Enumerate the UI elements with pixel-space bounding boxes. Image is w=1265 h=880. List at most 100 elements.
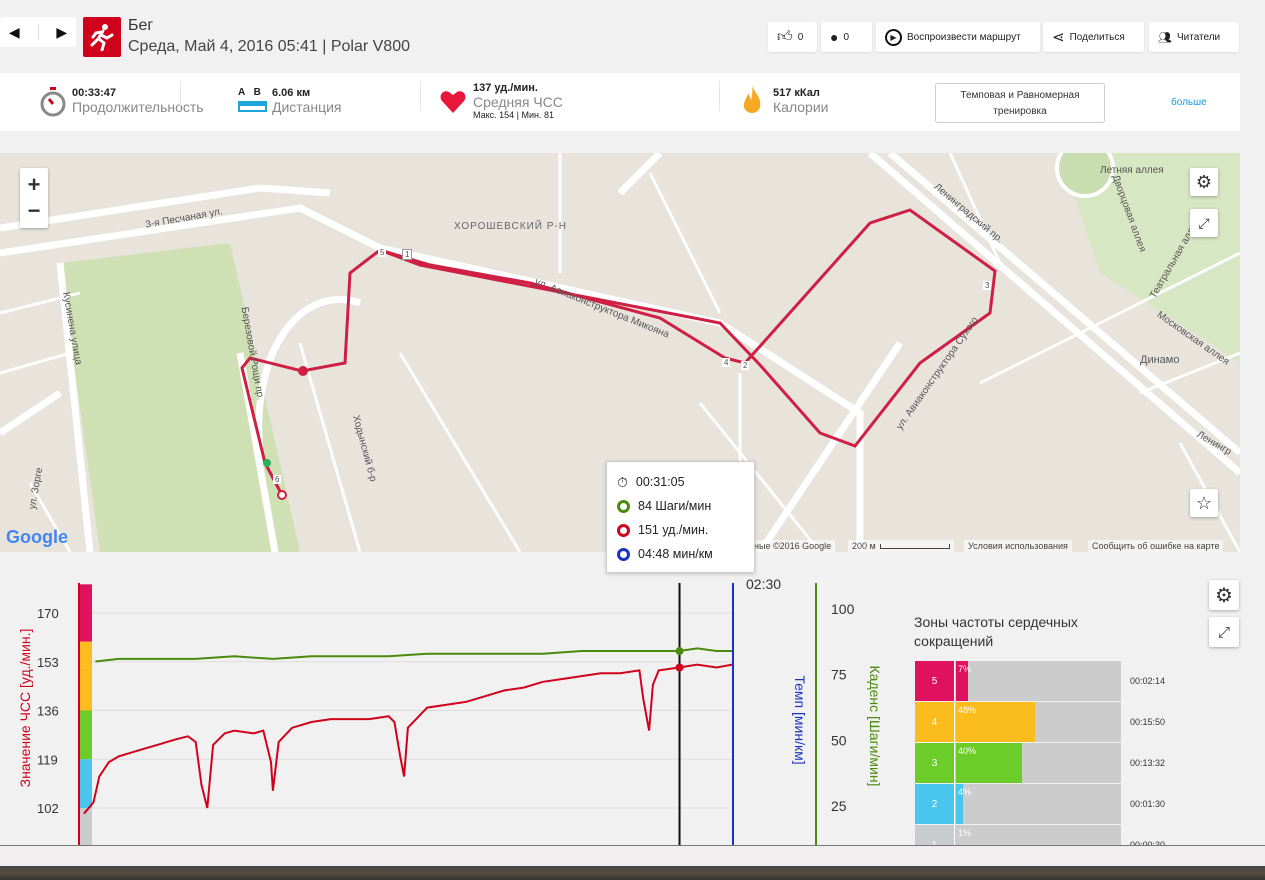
- zone-number: 3: [915, 743, 955, 783]
- route-marker: 3: [983, 281, 992, 290]
- hr-zone-row[interactable]: 2 4%: [915, 784, 1121, 824]
- activity-chart[interactable]: 17015313611910202:3005:0007:3010:0010075…: [0, 575, 900, 845]
- hr-series-line: [83, 663, 733, 815]
- distance-b: B: [253, 87, 261, 98]
- divider: [180, 81, 181, 111]
- tooltip-cadence: 84 Шаги/мин: [638, 499, 712, 513]
- tooltip-pace: 04:48 мин/км: [638, 547, 713, 561]
- zone-percent: 7%: [958, 664, 972, 674]
- route-line: [240, 208, 997, 496]
- zoom-in-button[interactable]: +: [28, 172, 41, 198]
- cadence-cursor-point: [675, 647, 684, 656]
- route-marker: 4: [722, 358, 731, 367]
- distance-a: A: [238, 87, 246, 98]
- followers-button[interactable]: 👥︎ Читатели: [1149, 22, 1239, 52]
- sport-name: Бег: [128, 17, 154, 34]
- hr-zone-strip: [80, 584, 92, 642]
- zoom-out-button[interactable]: −: [28, 198, 41, 224]
- cadence-tick-label: 100: [831, 601, 855, 617]
- hr-zone-strip: [80, 808, 92, 845]
- more-link[interactable]: больше: [1171, 97, 1207, 108]
- comment-icon: ●: [830, 29, 839, 45]
- ruler-icon: [238, 101, 267, 112]
- map-fullscreen-icon[interactable]: ⤢: [1190, 209, 1218, 237]
- route-marker: 6: [273, 475, 282, 484]
- map-label: Летняя аллея: [1100, 165, 1164, 176]
- zone-percent: 40%: [958, 746, 977, 756]
- play-icon: ▶: [885, 28, 902, 46]
- comments-count: 0: [843, 31, 850, 43]
- next-activity-button[interactable]: ▶: [56, 24, 67, 41]
- zone-time: 00:01:30: [1130, 799, 1166, 809]
- zone-percent: 48%: [958, 705, 977, 715]
- hr-cursor-point: [675, 663, 684, 672]
- activity-nav: ◀ ▶: [0, 17, 76, 47]
- route-marker: 5: [378, 248, 387, 257]
- stopwatch-icon: ⏱: [617, 473, 628, 490]
- hr-tick-label: 153: [37, 655, 59, 670]
- zone-time: 00:13:32: [1130, 758, 1166, 768]
- scale-label: 200 м: [852, 541, 876, 551]
- share-button[interactable]: ⋖ Поделиться: [1043, 22, 1144, 52]
- zoom-controls: + −: [20, 168, 48, 228]
- report-error-link[interactable]: Сообщить об ошибке на карте: [1088, 540, 1224, 552]
- map-label: Динамо: [1140, 354, 1180, 366]
- hr-zones-title: Зоны частоты сердечных сокращений: [914, 614, 1078, 649]
- hr-tick-label: 136: [37, 704, 59, 719]
- tooltip-hr: 151 уд./мин.: [638, 523, 709, 537]
- map-settings-gear-icon[interactable]: ⚙: [1190, 168, 1218, 196]
- zone-percent: 4%: [958, 787, 972, 797]
- pace-marker-icon: [617, 547, 630, 561]
- map-copyright: ные ©2016 Google: [750, 540, 836, 552]
- like-button[interactable]: 👍︎ 0: [768, 22, 817, 52]
- avg-hr-value: 137 уд./мин.: [473, 82, 538, 94]
- running-icon: [83, 17, 121, 57]
- thumbs-up-icon: 👍︎: [777, 28, 793, 45]
- zone-time: 00:02:14: [1130, 676, 1166, 686]
- training-benefit-button[interactable]: Темповая и Равномерная тренировка: [935, 83, 1105, 123]
- cadence-tick-label: 50: [831, 732, 847, 748]
- route-marker: 2: [741, 361, 750, 370]
- google-logo: Google: [6, 527, 68, 547]
- divider: [37, 24, 39, 40]
- chart-fullscreen-icon[interactable]: ⤢: [1209, 617, 1239, 647]
- terms-link[interactable]: Условия использования: [964, 540, 1072, 552]
- comments-button[interactable]: ● 0: [821, 22, 872, 52]
- scale-bar: [879, 543, 950, 549]
- cadence-marker-icon: [617, 499, 630, 513]
- map-scale: 200 м: [848, 540, 954, 552]
- people-icon: 👥︎: [1158, 31, 1172, 44]
- calories-value: 517 кКал: [773, 87, 820, 99]
- hr-zone-row[interactable]: 4 48%: [915, 702, 1121, 742]
- likes-count: 0: [797, 31, 804, 43]
- share-label: Поделиться: [1069, 31, 1125, 43]
- cadence-tick-label: 75: [831, 667, 847, 683]
- zone-number: 4: [915, 702, 955, 742]
- zone-number: 5: [915, 661, 955, 701]
- duration-value: 00:33:47: [72, 87, 117, 99]
- stopwatch-icon: [40, 87, 66, 122]
- activity-subtitle: Среда, Май 4, 2016 05:41 | Polar V800: [128, 38, 410, 55]
- hr-zone-row[interactable]: 3 40%: [915, 743, 1121, 783]
- favorite-star-icon[interactable]: ☆: [1190, 489, 1218, 517]
- hr-zone-strip: [80, 710, 92, 760]
- hr-zone-row[interactable]: 5 7%: [915, 661, 1121, 701]
- duration-label: Продолжительность: [72, 99, 204, 115]
- replay-route-button[interactable]: ▶ Воспроизвести маршрут: [876, 22, 1040, 52]
- share-icon: ⋖: [1052, 29, 1065, 46]
- tooltip-time: 00:31:05: [635, 475, 685, 489]
- hr-axis-label: Значение ЧСС [уд./мин.]: [17, 628, 33, 788]
- hr-marker-icon: [617, 523, 630, 537]
- flame-icon: [742, 85, 762, 122]
- chart-tooltip: ⏱ 00:31:05 84 Шаги/мин 151 уд./мин. 04:48…: [606, 461, 755, 573]
- zone-percent: 1%: [958, 828, 972, 838]
- hr-zone-strip: [80, 664, 92, 711]
- heart-icon: [440, 90, 466, 119]
- cadence-tick-label: 25: [831, 798, 847, 814]
- cadence-series-line: [95, 647, 732, 663]
- previous-activity-button[interactable]: ◀: [9, 24, 20, 41]
- taskbar: [0, 845, 1265, 880]
- zone-number: 2: [915, 784, 955, 824]
- hr-tick-label: 170: [37, 606, 59, 621]
- chart-settings-gear-icon[interactable]: ⚙: [1209, 580, 1239, 610]
